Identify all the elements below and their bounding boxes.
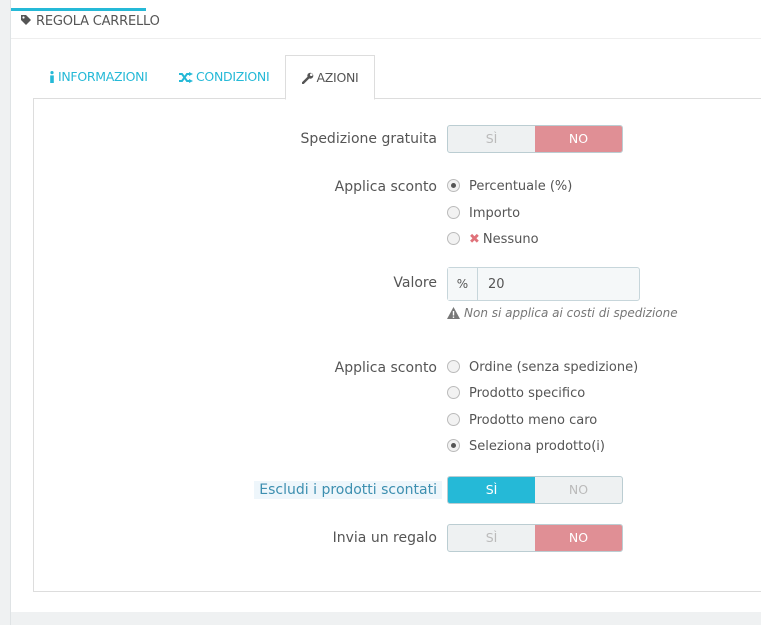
exclude-discounted-label[interactable]: Escludi i prodotti scontati: [254, 481, 442, 499]
percent-addon: %: [448, 268, 478, 300]
wrench-icon: [301, 72, 313, 85]
radio-button[interactable]: [447, 386, 460, 399]
send-gift-label: Invia un regalo: [332, 530, 437, 546]
tab-azioni[interactable]: AZIONI: [285, 55, 375, 100]
free-shipping-switch[interactable]: SÌ NO: [447, 125, 623, 153]
panel-title: REGOLA CARRELLO: [20, 14, 160, 29]
radio-button[interactable]: [447, 413, 460, 426]
cart-rule-panel: REGOLA CARRELLO INFORMAZIONI CONDIZIONI …: [11, 0, 761, 612]
apply-discount-label: Applica sconto: [334, 179, 437, 195]
radio-prodotto-meno-caro[interactable]: Prodotto meno caro: [447, 412, 597, 430]
actions-form: Spedizione gratuita SÌ NO Applica sconto…: [33, 98, 761, 592]
value-input-group: %: [447, 267, 640, 301]
tab-informazioni[interactable]: INFORMAZIONI: [49, 55, 148, 98]
exclude-discounted-yes[interactable]: SÌ: [448, 477, 535, 503]
tab-informazioni-label: INFORMAZIONI: [58, 69, 148, 84]
radio-button[interactable]: [447, 206, 460, 219]
close-icon: ✖: [469, 232, 480, 247]
random-icon: [179, 72, 193, 83]
info-icon: [50, 71, 54, 83]
radio-button[interactable]: [447, 439, 460, 452]
exclude-discounted-no[interactable]: NO: [535, 477, 622, 503]
value-label: Valore: [393, 275, 437, 291]
radio-button[interactable]: [447, 179, 460, 192]
exclude-discounted-switch[interactable]: SÌ NO: [447, 476, 623, 504]
value-input[interactable]: [478, 268, 638, 300]
send-gift-yes[interactable]: SÌ: [448, 525, 535, 551]
panel-title-text: REGOLA CARRELLO: [36, 14, 160, 29]
tab-condizioni[interactable]: CONDIZIONI: [179, 55, 270, 98]
radio-button[interactable]: [447, 360, 460, 373]
send-gift-no[interactable]: NO: [535, 525, 622, 551]
radio-prodotto-specifico[interactable]: Prodotto specifico: [447, 385, 585, 403]
radio-importo[interactable]: Importo: [447, 205, 520, 223]
left-rail: [0, 0, 11, 625]
radio-label: Ordine (senza spedizione): [469, 360, 639, 375]
tag-icon: [21, 15, 31, 25]
apply-discount-to-label: Applica sconto: [334, 360, 437, 376]
free-shipping-no[interactable]: NO: [535, 126, 622, 152]
warning-icon: [447, 307, 460, 319]
send-gift-switch[interactable]: SÌ NO: [447, 524, 623, 552]
panel-header: REGOLA CARRELLO: [11, 11, 761, 39]
radio-label: Nessuno: [482, 232, 539, 247]
value-help-text: Non si applica ai costi di spedizione: [447, 306, 678, 320]
tab-bar: INFORMAZIONI CONDIZIONI AZIONI: [33, 55, 761, 100]
value-help-label: Non si applica ai costi di spedizione: [464, 306, 678, 320]
radio-button[interactable]: [447, 232, 460, 245]
free-shipping-yes[interactable]: SÌ: [448, 126, 535, 152]
radio-percentuale[interactable]: Percentuale (%): [447, 178, 572, 196]
radio-seleziona-prodotti[interactable]: Seleziona prodotto(i): [447, 438, 605, 456]
radio-label: Importo: [469, 206, 521, 221]
radio-ordine[interactable]: Ordine (senza spedizione): [447, 359, 638, 377]
tab-azioni-label: AZIONI: [316, 70, 359, 85]
radio-nessuno[interactable]: ✖ Nessuno: [447, 231, 539, 249]
free-shipping-label: Spedizione gratuita: [300, 131, 437, 147]
radio-label: Seleziona prodotto(i): [469, 439, 605, 454]
radio-label: Prodotto meno caro: [469, 413, 598, 428]
radio-label: Prodotto specifico: [469, 386, 586, 401]
tab-condizioni-label: CONDIZIONI: [196, 69, 270, 84]
radio-label: Percentuale (%): [469, 179, 573, 194]
